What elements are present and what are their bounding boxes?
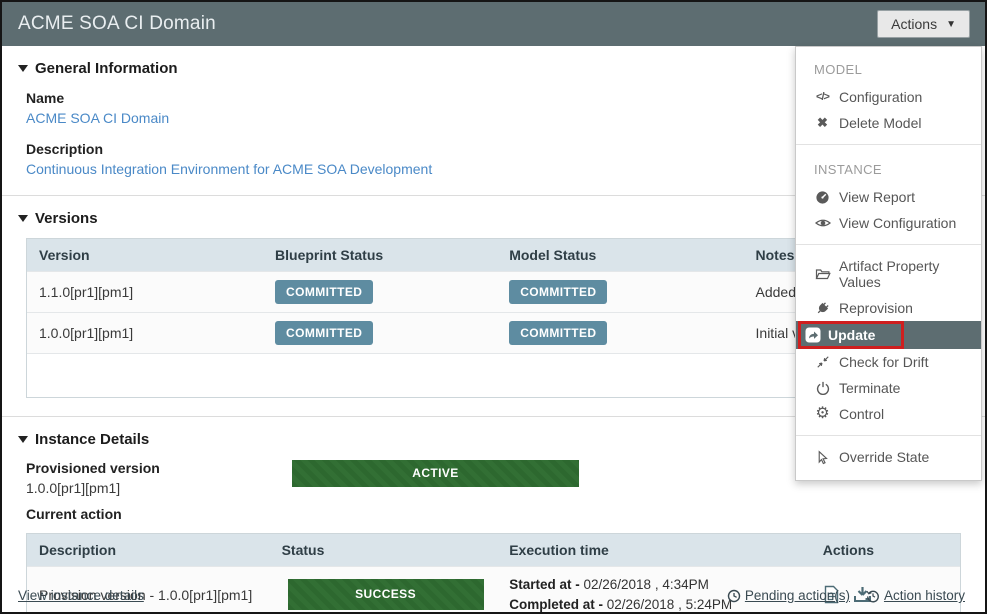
description-value-link[interactable]: Continuous Integration Environment for A… xyxy=(26,161,432,177)
code-icon: </> xyxy=(814,91,831,103)
collapse-triangle-icon xyxy=(18,65,28,72)
page-title: ACME SOA CI Domain xyxy=(18,13,216,35)
blueprint-status-badge: COMMITTED xyxy=(275,280,373,304)
col-model-status: Model Status xyxy=(497,239,743,271)
menu-item-label: Update xyxy=(828,327,875,343)
col-blueprint-status: Blueprint Status xyxy=(263,239,497,271)
gear-icon: ⚙ xyxy=(814,406,831,422)
footer-bar: View instance details Pending action(s) … xyxy=(18,588,965,603)
blueprint-status-badge: COMMITTED xyxy=(275,321,373,345)
action-history-link[interactable]: Action history xyxy=(866,588,965,603)
name-value-link[interactable]: ACME SOA CI Domain xyxy=(26,110,169,126)
menu-item-label: View Report xyxy=(839,189,915,205)
provisioned-version-label: Provisioned version xyxy=(26,460,292,476)
red-annotation-box: Update xyxy=(798,321,904,349)
menu-divider xyxy=(796,244,981,245)
menu-item-update[interactable]: Update xyxy=(796,321,981,349)
version-cell: 1.0.0[pr1][pm1] xyxy=(27,317,263,349)
menu-item-view-report[interactable]: View Report xyxy=(796,184,981,210)
app-window: ACME SOA CI Domain Actions ▼ General Inf… xyxy=(0,0,987,614)
model-status-badge: COMMITTED xyxy=(509,321,607,345)
general-info-title: General Information xyxy=(35,60,178,77)
plug-icon xyxy=(814,301,831,316)
chevron-down-icon: ▼ xyxy=(946,19,956,30)
menu-item-label: Override State xyxy=(839,449,929,465)
col-description: Description xyxy=(27,534,270,566)
pointer-icon xyxy=(814,450,831,465)
menu-item-label: Configuration xyxy=(839,89,922,105)
gauge-icon xyxy=(814,190,831,205)
collapse-triangle-icon xyxy=(18,215,28,222)
current-action-table-header: Description Status Execution time Action… xyxy=(27,534,960,566)
menu-item-label: Reprovision xyxy=(839,300,913,316)
menu-divider xyxy=(796,435,981,436)
versions-title: Versions xyxy=(35,210,98,227)
folder-open-icon xyxy=(814,266,831,282)
clock-icon xyxy=(727,589,741,603)
active-state-badge: ACTIVE xyxy=(292,460,579,487)
menu-divider xyxy=(796,144,981,145)
menu-item-control[interactable]: ⚙ Control xyxy=(796,401,981,427)
actions-dropdown-menu: MODEL </> Configuration ✖ Delete Model I… xyxy=(795,46,982,481)
actions-button-label: Actions xyxy=(891,16,937,32)
action-history-label: Action history xyxy=(884,588,965,603)
x-icon: ✖ xyxy=(814,115,831,131)
top-bar: ACME SOA CI Domain Actions ▼ xyxy=(2,2,985,46)
menu-item-reprovision[interactable]: Reprovision xyxy=(796,295,981,321)
pending-actions-label: Pending action(s) xyxy=(745,588,850,603)
pending-actions-link[interactable]: Pending action(s) xyxy=(727,588,850,603)
power-icon xyxy=(814,381,831,395)
menu-item-label: View Configuration xyxy=(839,215,956,231)
drift-arrows-icon xyxy=(814,355,831,369)
menu-item-override-state[interactable]: Override State xyxy=(796,444,981,470)
col-execution-time: Execution time xyxy=(497,534,810,566)
provisioned-version-value: 1.0.0[pr1][pm1] xyxy=(26,480,292,496)
menu-item-view-configuration[interactable]: View Configuration xyxy=(796,210,981,236)
current-action-label: Current action xyxy=(18,506,961,522)
actions-button[interactable]: Actions ▼ xyxy=(877,10,970,38)
model-status-badge: COMMITTED xyxy=(509,280,607,304)
menu-item-label: Terminate xyxy=(839,380,900,396)
collapse-triangle-icon xyxy=(18,436,28,443)
menu-item-artifact-property-values[interactable]: Artifact Property Values xyxy=(796,253,981,295)
version-cell: 1.1.0[pr1][pm1] xyxy=(27,276,263,308)
menu-item-configuration[interactable]: </> Configuration xyxy=(796,84,981,110)
menu-item-label: Artifact Property Values xyxy=(839,258,981,290)
menu-item-terminate[interactable]: Terminate xyxy=(796,375,981,401)
menu-section-header-model: MODEL xyxy=(796,53,981,84)
eye-icon xyxy=(814,215,831,231)
view-instance-details-link[interactable]: View instance details xyxy=(18,588,144,603)
menu-item-label: Delete Model xyxy=(839,115,922,131)
menu-item-check-for-drift[interactable]: Check for Drift xyxy=(796,349,981,375)
history-icon xyxy=(866,589,880,603)
col-version: Version xyxy=(27,239,263,271)
menu-item-delete-model[interactable]: ✖ Delete Model xyxy=(796,110,981,136)
col-actions: Actions xyxy=(811,534,960,566)
col-status: Status xyxy=(270,534,498,566)
menu-section-header-instance: INSTANCE xyxy=(796,153,981,184)
menu-item-label: Control xyxy=(839,406,884,422)
instance-details-title: Instance Details xyxy=(35,431,149,448)
menu-item-label: Check for Drift xyxy=(839,354,928,370)
share-arrow-icon xyxy=(804,327,821,343)
